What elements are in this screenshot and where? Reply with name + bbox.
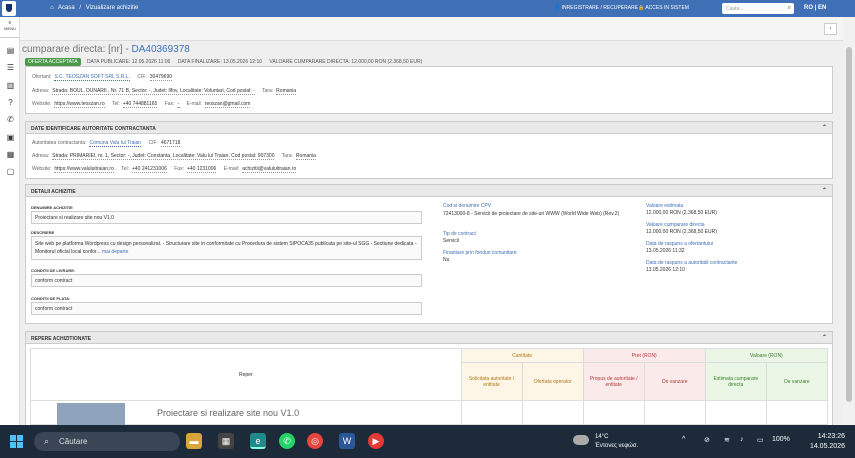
delivery-conditions: conform contract [31,274,422,287]
wifi-icon[interactable]: ≋ [724,436,730,444]
details-panel: DETALII ACHIZITIE ⌃ DENUMIRE ACHIZITIE Pr… [25,184,833,324]
group-price: Pret (RON) [582,348,706,363]
procurement-meta: OFERTA ACCEPTATA DATA PUBLICARE: 12.05.2… [25,58,428,66]
bidder-email[interactable]: teoszan@gmail.com [205,101,251,108]
volume-icon[interactable]: ♪ [740,436,744,443]
help-icon[interactable]: ? [6,98,15,107]
breadcrumb-current: Vizualizare achizitie [85,5,139,11]
id-card-icon[interactable]: ▣ [6,133,15,142]
col-reper: Reper [30,348,462,401]
cpv-code: 72413000-8 - Servicii de proiectare de s… [443,211,620,217]
col-sale-price: De vanzare [643,362,706,401]
menu-button[interactable]: ≡ MENU [0,17,20,38]
site-logo[interactable] [2,1,16,16]
toolbar: ‹ [20,17,843,41]
chrome-icon[interactable]: ◎ [307,433,323,449]
collapse-icon[interactable]: ⌃ [822,124,827,131]
contact-icon[interactable]: ✆ [6,115,15,124]
sidebar: ≡ MENU ▤ ☰ ▥ ? ✆ ▣ ▦ ▢ [0,17,20,425]
eu-funding: Nu [443,257,450,263]
col-estimated-value: Estimata cumparare directa [704,362,767,401]
payment-conditions: conform contract [31,302,422,315]
mute-icon[interactable]: ⊘ [704,436,710,444]
authority-link[interactable]: Comuna Valu lui Traian [89,140,142,147]
top-navbar: ⌂ Acasa / Vizualizare achizitie 👤 INREGI… [0,0,855,17]
bidder-response-date: 13.05.2026 11:32 [646,248,685,254]
col-requested-qty: Solicitata autoritate / entitate [460,362,523,401]
breadcrumb: Acasa / Vizualizare achizitie [58,5,139,11]
col-proposed-price: Propus de autoritate / entitate [582,362,645,401]
document-icon[interactable]: ▤ [6,46,15,55]
publish-date: DATA PUBLICARE: 12.05.2026 11:06 [86,59,171,65]
page-scrollbar[interactable] [843,17,855,425]
group-value: Valoare (RON) [704,348,829,363]
battery-icon[interactable]: ▭ [757,436,764,444]
login-link[interactable]: 🔒 ACCES IN SISTEM [638,5,689,11]
contract-type: Servicii [443,238,460,244]
search-input[interactable]: Cauta... ⌕ [722,3,794,14]
windows-taskbar: ⌕ Căutare ▬ ▦ e ✆ ◎ W ▶ 14°C Έντονες νεφώσ… [0,425,855,458]
search-icon: ⌕ [44,436,50,446]
authority-panel: DATE IDENTIFICARE AUTORITATE CONTRACTANT… [25,121,833,179]
col-sale-value: De vanzare [765,362,829,401]
estimated-value: 12.000,00 RON (2.368,50 EUR) [646,210,717,216]
media-icon[interactable]: ▶ [368,433,384,449]
item-thumbnail [57,403,125,425]
bidder-website[interactable]: https://www.teoszan.ro [54,101,105,108]
acquisition-name: Proiectare si realizare site nou V1.0 [31,211,422,224]
store-icon[interactable]: ▦ [218,433,234,449]
bidder-link[interactable]: S.C. TEOSZAN SOFT SRL S.R.L. [54,74,130,81]
authority-email[interactable]: achizitii@valuluitraian.ro [242,166,297,173]
expand-button[interactable]: ‹ [824,23,837,35]
scrollbar-thumb[interactable] [846,47,852,402]
edge-icon[interactable]: e [250,433,266,449]
authority-panel-header[interactable]: DATE IDENTIFICARE AUTORITATE CONTRACTANT… [26,122,832,134]
finalize-date: DATA FINALIZARE: 13.05.2026 12:10 [177,59,263,65]
status-badge: OFERTA ACCEPTATA [25,58,81,66]
taskbar-search[interactable]: ⌕ Căutare [34,432,180,451]
read-more-link[interactable]: mai departe [102,249,128,255]
page-title: cumparare directa: [nr] - DA40369378 [22,44,190,55]
battery-percent: 100% [772,436,790,443]
group-quantity: Cantitate [460,348,584,363]
list-icon[interactable]: ☰ [6,63,15,72]
description: Site web pe platforma Wordpress cu desig… [31,236,422,260]
news-icon[interactable]: ▦ [6,150,15,159]
col-offered-qty: Ofertata operator [521,362,584,401]
whatsapp-icon[interactable]: ✆ [279,433,295,449]
items-table: Reper Cantitate Pret (RON) Valoare (RON)… [30,348,829,425]
chat-icon[interactable]: ▢ [6,167,15,176]
collapse-icon[interactable]: ⌃ [822,334,827,341]
cloud-icon [573,435,589,445]
chevron-up-icon[interactable]: ^ [682,436,685,443]
items-panel-header[interactable]: REPERE ACHIZITIONATE ⌃ [26,332,832,344]
start-button[interactable] [10,435,23,448]
items-panel: REPERE ACHIZITIONATE ⌃ Reper Cantitate Pr… [25,331,833,425]
purchase-value: VALOARE CUMPARARE DIRECTA: 12.000,00 RON… [269,59,423,65]
main-content: ‹ cumparare directa: [nr] - DA40369378 O… [20,17,843,425]
bidder-panel: Ofertant: S.C. TEOSZAN SOFT SRL S.R.L. CI… [25,66,833,114]
register-link[interactable]: 👤 INREGISTRARE / RECUPERARE [554,5,638,11]
table-row: Proiectare si realizare site nou V1.0 [30,400,829,425]
language-switch[interactable]: RO | EN [804,5,826,11]
breadcrumb-home[interactable]: Acasa [58,5,75,11]
file-explorer-icon[interactable]: ▬ [186,433,202,449]
details-panel-header[interactable]: DETALII ACHIZITIE ⌃ [26,185,832,197]
purchase-value-detail: 12.000,00 RON (2.368,50 EUR) [646,229,717,235]
search-icon[interactable]: ⌕ [788,5,791,12]
collapse-icon[interactable]: ⌃ [822,187,827,194]
book-icon[interactable]: ▥ [6,81,15,90]
word-icon[interactable]: W [339,433,355,449]
home-icon[interactable]: ⌂ [50,5,54,11]
clock[interactable]: 14:23:26 14.05.2026 [810,432,845,452]
authority-response-date: 13.05.2026 12:10 [646,267,685,273]
item-name[interactable]: Proiectare si realizare site nou V1.0 [157,408,299,418]
authority-website[interactable]: https://www.valuluitraian.ro [54,166,114,173]
